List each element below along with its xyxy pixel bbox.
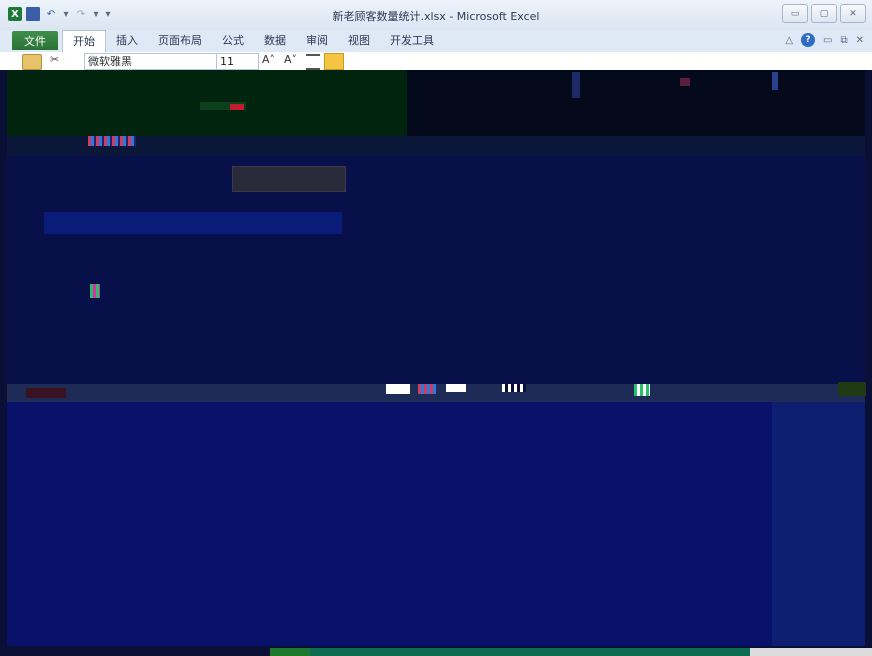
glitch-artifact bbox=[634, 384, 650, 396]
status-segment bbox=[270, 648, 310, 656]
glitch-artifact bbox=[446, 384, 466, 392]
glitch-artifact bbox=[90, 284, 100, 298]
glitch-artifact bbox=[88, 136, 136, 146]
align-icon[interactable] bbox=[306, 54, 320, 70]
font-name-select[interactable]: 微软雅黑 bbox=[84, 53, 217, 70]
corrupted-cell-block bbox=[232, 166, 346, 192]
status-bar bbox=[0, 646, 872, 656]
corrupted-table-header bbox=[44, 212, 342, 234]
excel-window: X ↶ ▾ ↷ ▾ ▾ 新老顾客数量统计.xlsx - Microsoft Ex… bbox=[0, 0, 872, 656]
corrupted-render-area bbox=[0, 70, 872, 656]
decrease-font-icon[interactable]: A˅ bbox=[284, 53, 297, 66]
zoom-area[interactable] bbox=[750, 648, 872, 656]
workbook-restore-icon[interactable]: ⧉ bbox=[840, 35, 847, 46]
glitch-artifact bbox=[680, 78, 690, 86]
workbook-close-icon[interactable]: ✕ bbox=[856, 35, 864, 46]
ribbon-tabs: 开始 插入 页面布局 公式 数据 审阅 视图 开发工具 bbox=[62, 30, 444, 53]
ribbon-tab-row: 文件 开始 插入 页面布局 公式 数据 审阅 视图 开发工具 △ ? ▭ ⧉ ✕ bbox=[0, 30, 872, 53]
glitch-artifact bbox=[838, 382, 866, 396]
glitch-artifact bbox=[386, 384, 410, 394]
title-bar: X ↶ ▾ ↷ ▾ ▾ 新老顾客数量统计.xlsx - Microsoft Ex… bbox=[0, 0, 872, 30]
close-button[interactable]: ✕ bbox=[840, 4, 866, 23]
tab-review[interactable]: 审阅 bbox=[296, 30, 338, 52]
glitch-artifact bbox=[572, 72, 580, 98]
collapse-ribbon-icon[interactable]: △ bbox=[785, 35, 793, 46]
workbook-minimize-icon[interactable]: ▭ bbox=[823, 35, 832, 46]
glitch-artifact bbox=[230, 104, 244, 110]
help-controls: △ ? ▭ ⧉ ✕ bbox=[785, 33, 864, 47]
glitch-artifact bbox=[26, 388, 66, 398]
font-size-select[interactable]: 11 bbox=[216, 53, 259, 70]
glitch-artifact bbox=[772, 72, 778, 90]
minimize-button[interactable]: ▭ bbox=[782, 4, 808, 23]
tab-file[interactable]: 文件 bbox=[12, 31, 58, 50]
corrupted-sheet-area bbox=[7, 156, 865, 384]
fill-color-icon[interactable] bbox=[324, 53, 344, 70]
corrupted-right-column bbox=[772, 402, 865, 650]
help-icon[interactable]: ? bbox=[801, 33, 816, 47]
scissors-icon[interactable]: ✂ bbox=[50, 53, 59, 66]
tab-home[interactable]: 开始 bbox=[62, 30, 106, 53]
tab-view[interactable]: 视图 bbox=[338, 30, 380, 52]
glitch-artifact bbox=[502, 384, 526, 392]
window-title: 新老顾客数量统计.xlsx - Microsoft Excel bbox=[332, 10, 540, 23]
corrupted-header-cell bbox=[44, 212, 143, 234]
tab-page-layout[interactable]: 页面布局 bbox=[148, 30, 212, 52]
tab-formulas[interactable]: 公式 bbox=[212, 30, 254, 52]
clipboard-icon[interactable] bbox=[22, 54, 42, 70]
tab-insert[interactable]: 插入 bbox=[106, 30, 148, 52]
window-controls: ▭ ▢ ✕ bbox=[782, 4, 866, 23]
corrupted-header-cell bbox=[243, 212, 342, 234]
ribbon-home: ✂ 微软雅黑 11 A˄ A˅ bbox=[0, 52, 872, 71]
corrupted-header-cell bbox=[143, 212, 242, 234]
corrupted-row-strip bbox=[7, 384, 865, 402]
glitch-artifact bbox=[418, 384, 436, 394]
maximize-button[interactable]: ▢ bbox=[811, 4, 837, 23]
increase-font-icon[interactable]: A˄ bbox=[262, 53, 275, 66]
tab-developer[interactable]: 开发工具 bbox=[380, 30, 444, 52]
corrupted-sheet-lower bbox=[7, 402, 865, 650]
status-segment bbox=[310, 648, 750, 656]
tab-data[interactable]: 数据 bbox=[254, 30, 296, 52]
